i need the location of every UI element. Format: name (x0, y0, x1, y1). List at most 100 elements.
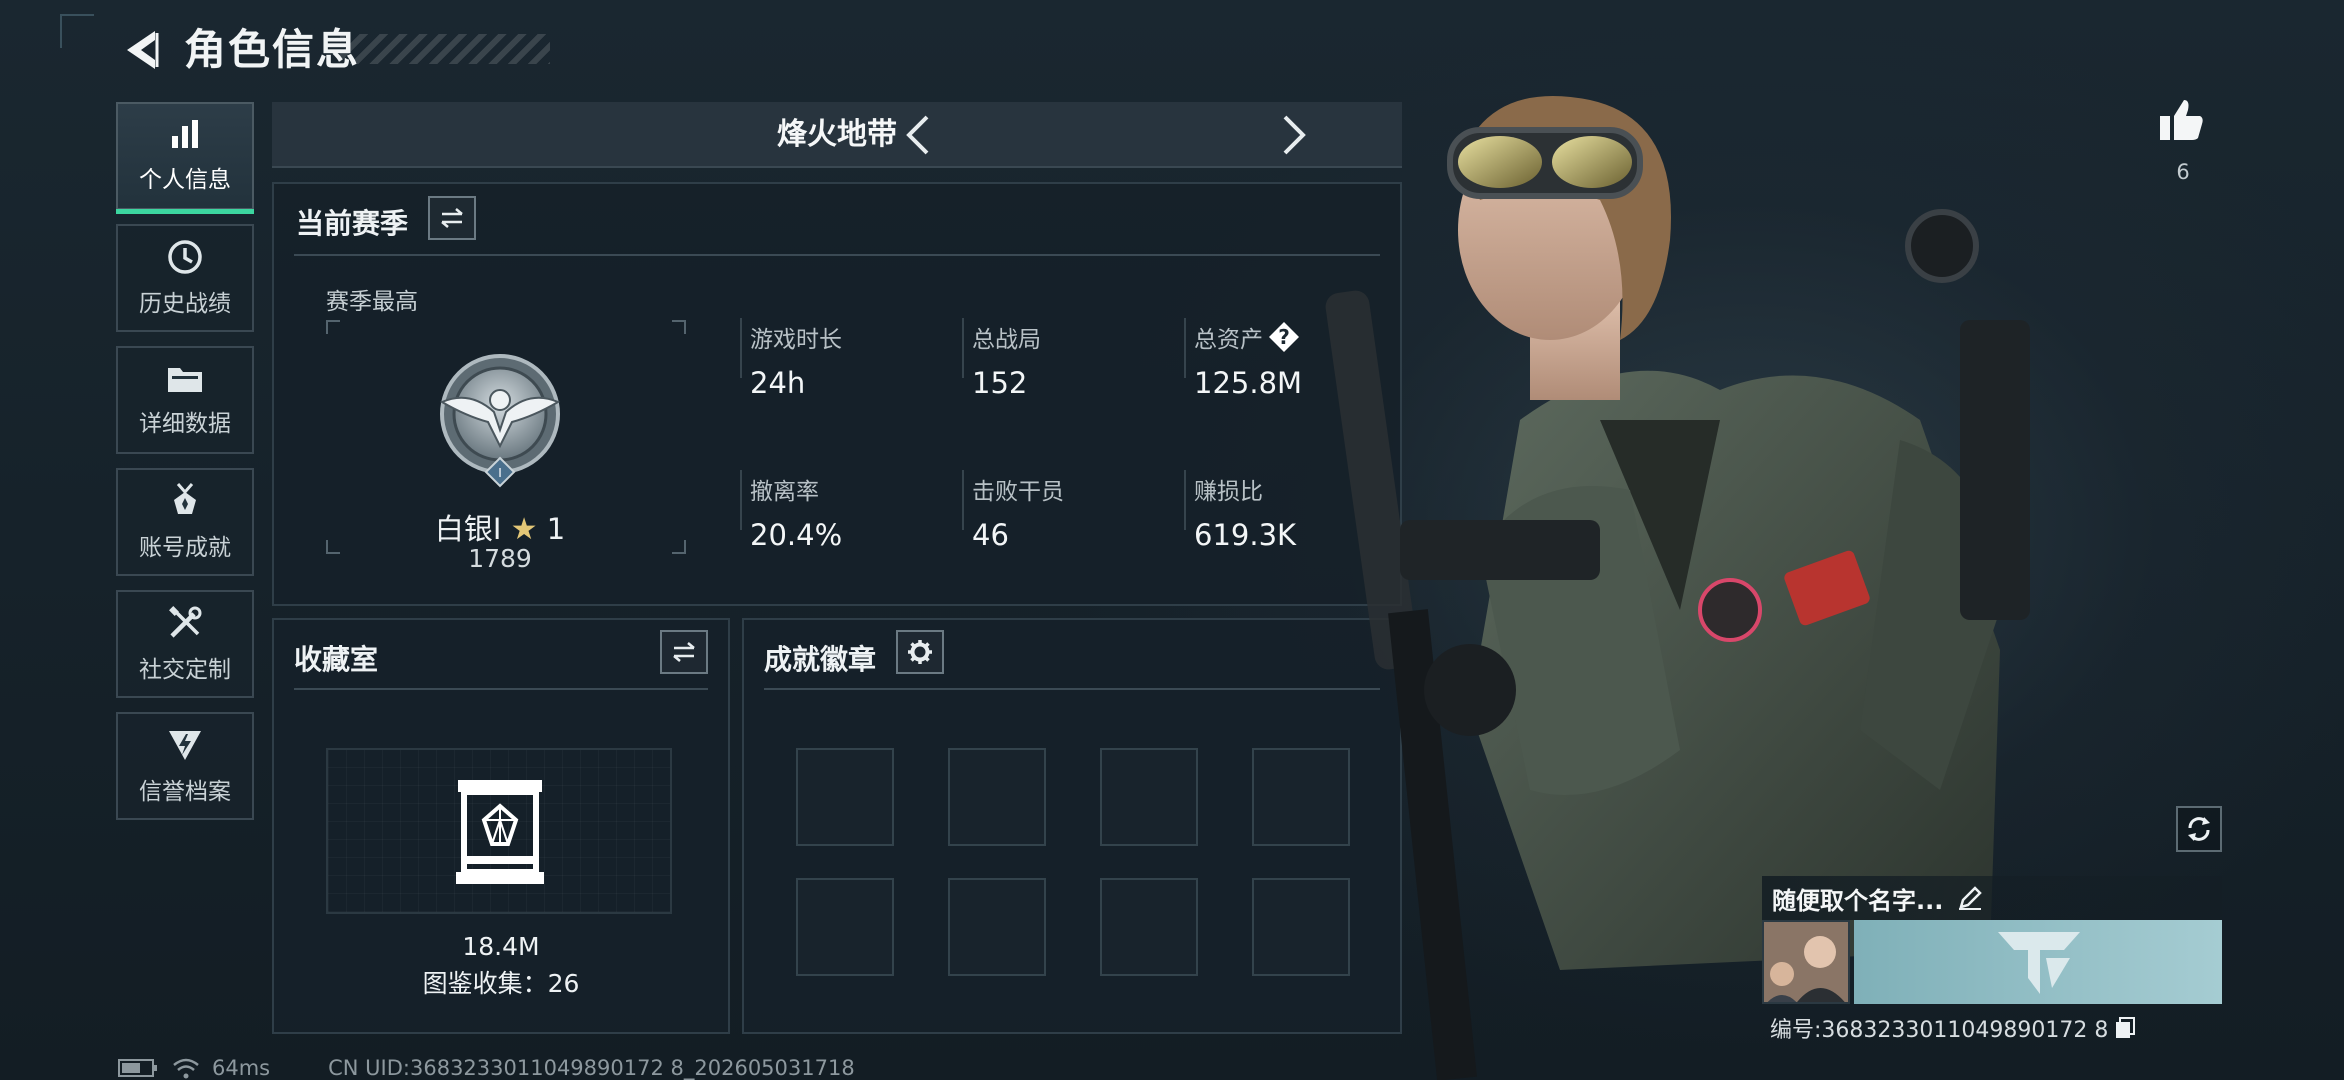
achievements-title: 成就徽章 (764, 643, 877, 676)
refresh-button[interactable] (2176, 806, 2222, 852)
gear-icon (908, 640, 932, 664)
thumbs-up-icon (2160, 100, 2203, 140)
stat-label-text: 总资产 (1194, 327, 1263, 353)
season-panel: 当前赛季 赛季最高 I 白银Ⅰ ★ 1 1789 游戏时长 24h 总战局 15… (272, 182, 1402, 606)
frame-corner (672, 540, 686, 554)
stat-value: 619.3K (1194, 518, 1297, 552)
rank-stars: 1 (546, 512, 566, 546)
refresh-icon (2188, 817, 2210, 841)
mode-selector: 烽火地带 (272, 102, 1402, 168)
sidebar-item-details[interactable]: 详细数据 (116, 346, 254, 454)
collection-switch-button[interactable] (660, 630, 708, 674)
collection-title: 收藏室 (294, 643, 379, 676)
mode-name: 烽火地带 (777, 117, 897, 152)
stat-total-assets: 总资产 ? 125.8M (1194, 320, 1302, 400)
page-title: 角色信息 (184, 25, 361, 74)
season-best-label: 赛季最高 (326, 289, 418, 315)
stat-divider (962, 470, 964, 530)
folder-icon (168, 368, 202, 392)
frame-corner (326, 540, 340, 554)
bar-chart-icon (172, 120, 198, 148)
stat-divider (1184, 470, 1186, 530)
sidebar-item-personal-info[interactable]: 个人信息 (116, 102, 254, 214)
collection-panel[interactable]: 收藏室 18.4M 图鉴收集：26 (272, 618, 730, 1034)
like-count: 6 (2176, 160, 2190, 184)
back-button[interactable] (112, 20, 168, 80)
swap-icon (673, 642, 695, 662)
sidebar-item-achievements[interactable]: 账号成就 (116, 468, 254, 576)
corner-frame-decoration (60, 14, 94, 48)
section-divider (294, 254, 1380, 256)
rank-emblem-icon: I (439, 354, 561, 488)
stat-extract-rate: 撤离率 20.4% (750, 472, 842, 552)
stat-value: 24h (750, 366, 806, 400)
collection-value: 18.4M (462, 932, 540, 961)
help-icon[interactable]: ? (1269, 322, 1299, 352)
stat-divider (740, 318, 742, 378)
sidebar-item-history[interactable]: 历史战绩 (116, 224, 254, 332)
stat-profit-ratio: 赚损比 619.3K (1194, 472, 1296, 552)
rank-name-row: 白银Ⅰ ★ 1 (384, 506, 616, 548)
stat-play-time: 游戏时长 24h (750, 320, 842, 400)
achievements-settings-button[interactable] (896, 630, 944, 674)
edit-pencil-icon[interactable] (1957, 885, 1983, 911)
frame-corner (326, 320, 340, 334)
avatar[interactable] (1762, 920, 1850, 1004)
badge-slot[interactable] (796, 878, 894, 976)
stat-total-matches: 总战局 152 (972, 320, 1041, 400)
catalog-count: 图鉴收集：26 (422, 969, 580, 998)
profile-banner[interactable] (1854, 920, 2222, 1004)
stat-label: 击败干员 (972, 479, 1064, 505)
shield-lightning-icon (169, 731, 201, 760)
stat-divider (962, 318, 964, 378)
stat-divider (740, 470, 742, 530)
svg-text:I: I (498, 466, 502, 480)
stat-label: 总资产 ? (1194, 320, 1302, 354)
tools-icon (169, 606, 202, 638)
stat-label: 总战局 (972, 327, 1041, 353)
wifi-icon (173, 1058, 199, 1079)
swap-icon (441, 208, 463, 228)
sidebar-item-social[interactable]: 社交定制 (116, 590, 254, 698)
season-switch-button[interactable] (428, 196, 476, 240)
clock-history-icon (168, 240, 202, 274)
frame-corner (672, 320, 686, 334)
section-divider (764, 688, 1380, 690)
uid-text: CN UID:3683233011049890172 8_20260503171… (328, 1056, 855, 1080)
stat-value: 46 (972, 518, 1009, 552)
badge-slot[interactable] (1100, 878, 1198, 976)
rank-name: 白银Ⅰ (434, 512, 502, 546)
badge-slot[interactable] (948, 748, 1046, 846)
player-name-plate[interactable]: 随便取个名字... (1762, 876, 2222, 920)
star-icon: ★ (510, 512, 538, 547)
stat-label: 游戏时长 (750, 327, 842, 353)
ping-value: 64ms (212, 1056, 271, 1080)
stat-value: 152 (972, 366, 1028, 400)
like-button[interactable] (2158, 96, 2208, 146)
sidebar-item-label: 社交定制 (139, 657, 231, 683)
player-id-row: 编号:3683233011049890172 8 (1770, 1012, 2136, 1044)
stat-value: 20.4% (750, 518, 843, 552)
back-arrow-icon (127, 31, 159, 69)
sidebar-item-label: 账号成就 (139, 535, 231, 561)
stat-divider (1184, 318, 1186, 378)
badge-slot[interactable] (948, 878, 1046, 976)
copy-icon[interactable] (2114, 1016, 2136, 1040)
badge-slot[interactable] (796, 748, 894, 846)
collection-preview (326, 748, 672, 914)
stat-label: 撤离率 (750, 479, 819, 505)
sidebar-item-label: 详细数据 (139, 411, 231, 437)
avatar-image (1764, 922, 1848, 1002)
badge-slot[interactable] (1100, 748, 1198, 846)
battery-icon (118, 1059, 157, 1077)
season-title: 当前赛季 (296, 207, 409, 240)
emblem-logo-icon (1998, 932, 2080, 994)
rank-score: 1789 (468, 544, 532, 573)
display-case-icon (456, 780, 544, 884)
stat-label: 赚损比 (1194, 479, 1263, 505)
sidebar-item-label: 个人信息 (139, 167, 231, 193)
player-name: 随便取个名字... (1772, 886, 1944, 915)
sidebar-item-label: 历史战绩 (139, 291, 231, 317)
stat-kills: 击败干员 46 (972, 472, 1064, 552)
sidebar-item-credit[interactable]: 信誉档案 (116, 712, 254, 820)
